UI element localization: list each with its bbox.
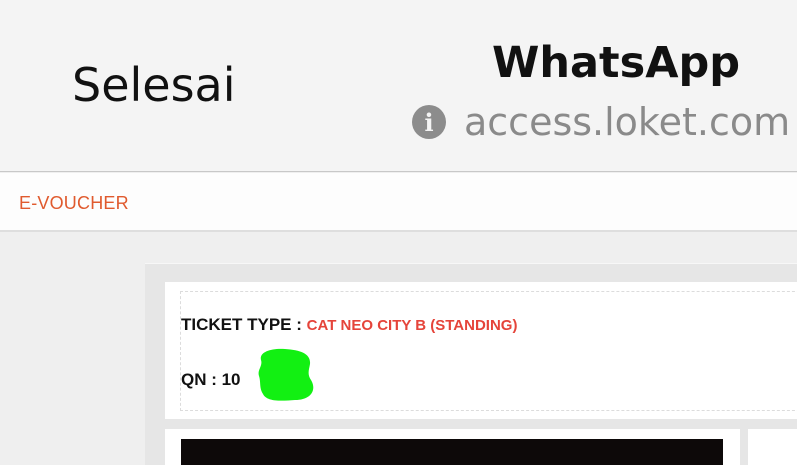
voucher-card: TICKET TYPE : CAT NEO CITY B (STANDING) … <box>165 282 797 419</box>
redaction-blob-shape <box>258 348 314 401</box>
side-card <box>748 429 797 465</box>
content-area: TICKET TYPE : CAT NEO CITY B (STANDING) … <box>0 234 797 465</box>
e-voucher-label: E-VOUCHER <box>19 193 129 213</box>
done-button[interactable]: Selesai <box>72 62 236 108</box>
ticket-type-label: TICKET TYPE : <box>181 315 302 334</box>
info-icon[interactable]: i <box>412 105 446 139</box>
redaction-mark <box>258 348 314 401</box>
voucher-panel: TICKET TYPE : CAT NEO CITY B (STANDING) … <box>145 263 797 465</box>
page-header: E-VOUCHER <box>0 173 797 232</box>
browser-title: WhatsApp <box>492 38 741 88</box>
url-row[interactable]: i access.loket.com <box>412 100 790 144</box>
ticket-type-row: TICKET TYPE : CAT NEO CITY B (STANDING) <box>181 315 517 335</box>
qn-label: QN : 10 <box>181 370 241 389</box>
ticket-type-value: CAT NEO CITY B (STANDING) <box>306 317 518 334</box>
url-text[interactable]: access.loket.com <box>464 103 790 141</box>
ticket-info-box: TICKET TYPE : CAT NEO CITY B (STANDING) … <box>180 291 797 411</box>
qn-row: QN : 10 <box>181 370 241 390</box>
browser-top-bar: Selesai WhatsApp i access.loket.com <box>0 0 797 172</box>
ticket-image-card <box>165 429 740 465</box>
ticket-image <box>181 439 723 465</box>
